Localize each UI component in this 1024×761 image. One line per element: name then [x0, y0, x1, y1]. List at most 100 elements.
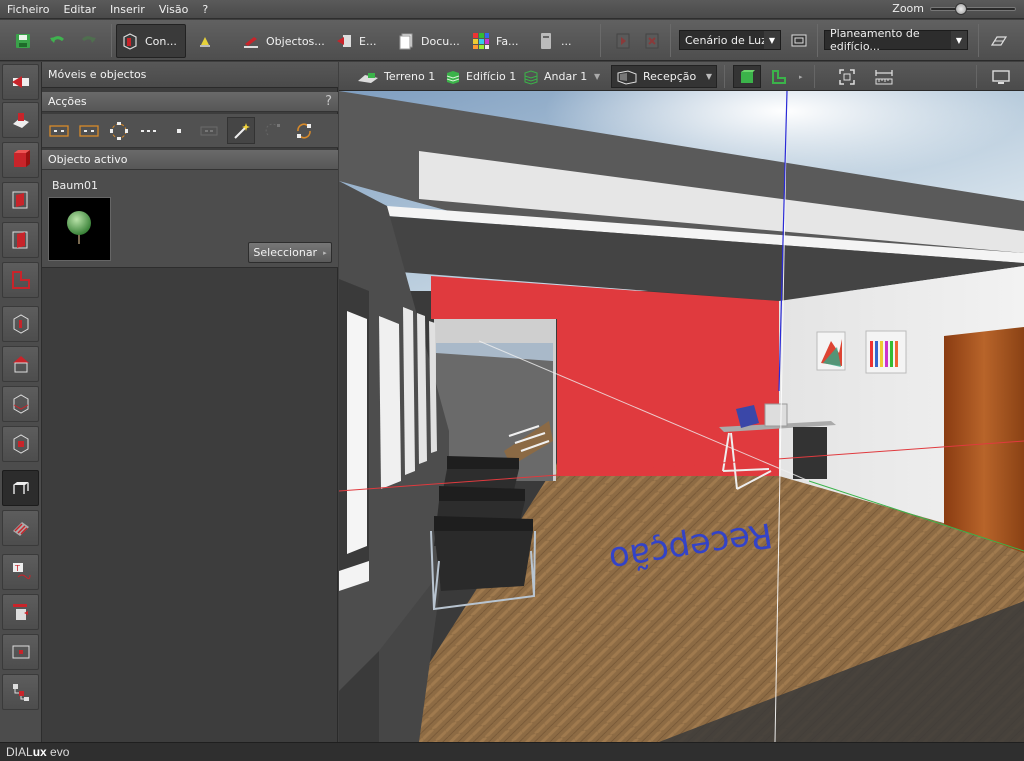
tool-calc-surface-button[interactable]	[2, 634, 39, 670]
tool-wall-button[interactable]	[2, 182, 39, 218]
panel-header: Móveis e objectos	[42, 62, 338, 88]
zoom-control: Zoom	[892, 2, 1016, 15]
zoom-slider[interactable]	[930, 2, 1016, 15]
tool-furniture-button[interactable]	[2, 470, 39, 506]
tool-hierarchy-button[interactable]	[2, 674, 39, 710]
select-button[interactable]: Seleccionar ▸	[248, 242, 332, 263]
help-icon[interactable]: ?	[325, 94, 332, 109]
hierarchy-icon	[12, 684, 29, 701]
action-line-arrange-button[interactable]	[135, 117, 163, 144]
action-place-row-button[interactable]	[75, 117, 103, 144]
monitor-settings-icon	[791, 34, 807, 47]
place-row-icon	[79, 124, 99, 137]
floor-nav-button[interactable]: Andar 1	[519, 65, 591, 88]
documents-button[interactable]: Docu...	[393, 24, 464, 58]
measure-icon	[12, 604, 28, 620]
action-rotate-disabled-button[interactable]	[259, 117, 287, 144]
3d-viewport[interactable]: Recepção	[339, 91, 1024, 742]
save-button[interactable]	[10, 24, 36, 58]
floor-stack-icon	[524, 69, 538, 85]
building-planning-select[interactable]: Planeamento de edifício... ▼	[824, 27, 968, 53]
tool-building-button[interactable]	[2, 142, 39, 178]
floor-plan-view-button[interactable]	[767, 65, 791, 88]
terrain-nav-button[interactable]: Terreno 1	[353, 65, 439, 88]
import-arrow-icon	[11, 76, 29, 88]
menu-edit[interactable]: Editar	[56, 3, 103, 16]
light-button[interactable]	[192, 24, 218, 58]
action-group-button[interactable]	[195, 117, 223, 144]
redo-button[interactable]	[76, 24, 102, 58]
action-circular-arrange-button[interactable]	[105, 117, 133, 144]
terrain-label: Terreno 1	[384, 70, 436, 83]
ruler-icon	[875, 69, 893, 84]
undo-button[interactable]	[44, 24, 70, 58]
menu-view[interactable]: Visão	[152, 3, 196, 16]
view-mode-chevron[interactable]: ▸	[795, 65, 807, 88]
terrain-icon	[358, 72, 378, 83]
more-label: ...	[561, 34, 572, 48]
room-label: Recepção	[643, 70, 697, 83]
measure-view-button[interactable]	[870, 65, 898, 88]
menu-insert[interactable]: Inserir	[103, 3, 152, 16]
view-toolbar: Terreno 1 Edifício 1 Andar 1 ▼ Recepção …	[339, 62, 1024, 91]
stop-button[interactable]	[639, 24, 665, 58]
floor-dropdown-arrow[interactable]: ▼	[590, 65, 604, 88]
plane-view-button[interactable]	[986, 24, 1012, 58]
group-icon	[200, 126, 218, 135]
action-place-single-button[interactable]	[45, 117, 73, 144]
light-scene-settings-button[interactable]	[786, 24, 812, 58]
tool-floor-button[interactable]	[2, 262, 39, 298]
play-button[interactable]	[610, 24, 636, 58]
export-button[interactable]: E...	[331, 24, 380, 58]
chevron-down-icon: ▼	[594, 72, 601, 81]
action-magic-wand-button[interactable]	[227, 117, 255, 144]
tool-object-cube-button[interactable]	[2, 426, 39, 462]
undo-icon	[50, 36, 64, 43]
green-cube-icon	[741, 69, 755, 83]
room-cube-icon	[13, 314, 28, 334]
wall-icon	[12, 191, 27, 209]
menu-help[interactable]: ?	[195, 3, 215, 16]
tool-terrain-button[interactable]	[2, 102, 39, 138]
refresh-icon	[297, 122, 311, 139]
chevron-right-icon: ▸	[323, 248, 327, 257]
light-scene-select[interactable]: Cenário de Luz 1 ▼	[679, 30, 781, 50]
volume-cube-icon	[13, 394, 28, 414]
action-refresh-button[interactable]	[290, 117, 318, 144]
3d-cube-view-button[interactable]	[733, 65, 761, 88]
room-scene[interactable]: Recepção	[339, 91, 1024, 742]
zoom-slider-thumb[interactable]	[955, 2, 967, 15]
room-nav-button[interactable]: Recepção ▼	[611, 65, 717, 88]
panel-title: Móveis e objectos	[48, 68, 147, 81]
menu-bar: Ficheiro Editar Inserir Visão ? Zoom	[0, 0, 1024, 19]
actions-section-header[interactable]: Acções ?	[42, 92, 338, 112]
picture-stripe	[875, 341, 878, 367]
active-object-title: Objecto activo	[48, 153, 128, 166]
tool-opening-button[interactable]	[2, 222, 39, 258]
tool-text-button[interactable]: T	[2, 554, 39, 590]
active-object-header[interactable]: Objecto activo	[42, 150, 338, 170]
building-planning-value: Planeamento de edifício...	[830, 27, 920, 53]
menu-file[interactable]: Ficheiro	[0, 3, 56, 16]
floor-plan-icon	[11, 271, 30, 289]
table-icon	[12, 482, 29, 494]
tool-volume-button[interactable]	[2, 386, 39, 422]
facades-button[interactable]: Fa...	[468, 24, 523, 58]
wooden-door	[944, 327, 1024, 553]
tool-texture-button[interactable]	[2, 510, 39, 546]
construction-button[interactable]: Con...	[116, 24, 186, 58]
svg-text:T: T	[14, 564, 20, 573]
properties-panel: Móveis e objectos Acções ? Objecto activ…	[42, 62, 338, 742]
objects-button[interactable]: Objectos...	[238, 24, 329, 58]
building-nav-button[interactable]: Edifício 1	[441, 65, 520, 88]
fit-view-button[interactable]	[834, 65, 860, 88]
tool-measure-button[interactable]	[2, 594, 39, 630]
fullscreen-monitor-button[interactable]	[988, 65, 1014, 88]
actions-toolbar	[42, 114, 338, 148]
tree-icon	[67, 211, 91, 244]
tool-import-button[interactable]	[2, 64, 39, 100]
action-point-button[interactable]	[165, 117, 193, 144]
tool-roof-button[interactable]	[2, 346, 39, 382]
tool-room-button[interactable]	[2, 306, 39, 342]
more-button[interactable]: ...	[533, 24, 576, 58]
